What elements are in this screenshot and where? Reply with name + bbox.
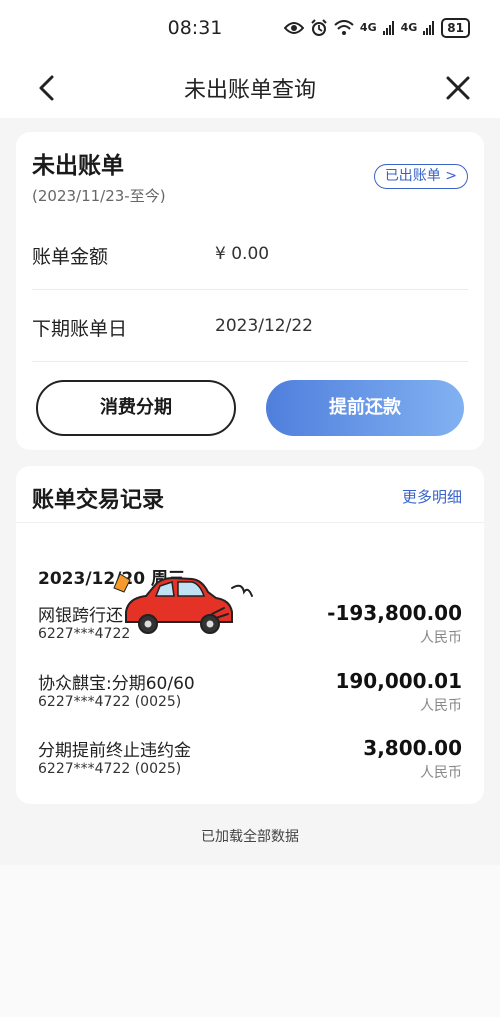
next-bill-date-value: 2023/12/22 [215,316,313,336]
transactions-title: 账单交易记录 [32,488,165,513]
transaction-name: 网银跨行还 [38,606,123,626]
unbilled-card: 未出账单 (2023/11/23-至今) 已出账单 > 账单金额 ¥ 0.00 … [16,132,484,450]
bill-period: (2023/11/23-至今) [32,187,166,205]
transaction-name: 协众麒宝:分期60/60 [38,674,195,694]
nav-bar: 未出账单查询 [0,58,500,118]
transaction-currency: 人民币 [420,698,462,714]
close-button[interactable] [438,68,478,108]
transaction-amount: 190,000.01 [335,669,462,693]
billed-statement-link[interactable]: 已出账单 > [373,164,468,189]
early-repay-button[interactable]: 提前还款 [266,380,464,436]
signal-1-icon: 4G [359,21,377,34]
close-icon [446,76,470,100]
transaction-row[interactable]: 分期提前终止违约金 6227***4722 (0025) 3,800.00 人民… [38,736,462,796]
amount-label: 账单金额 [32,246,109,268]
installment-button[interactable]: 消费分期 [36,380,236,436]
signal-bars-2-icon [423,21,435,35]
more-details-link[interactable]: 更多明细 [402,486,462,507]
bill-title: 未出账单 [32,153,124,179]
bill-amount-row: 账单金额 ¥ 0.00 [32,220,468,290]
transaction-amount: 3,800.00 [363,736,462,760]
transaction-card-number: 6227***4722 (0025) [38,694,182,710]
amount-value: ¥ 0.00 [215,244,270,264]
page-title: 未出账单查询 [183,78,316,103]
bottom-blank-area [0,865,500,1017]
transaction-row[interactable]: 协众麒宝:分期60/60 6227***4722 (0025) 190,000.… [38,669,462,729]
transaction-currency: 人民币 [420,630,462,646]
divider [16,522,484,523]
status-bar: 08:31 4G 4G 81 [0,0,500,58]
transaction-name: 分期提前终止违约金 [38,741,191,761]
all-data-loaded-text: 已加载全部数据 [201,829,299,845]
transaction-amount: -193,800.00 [327,601,462,625]
status-icons: 4G 4G 81 [283,18,470,38]
next-bill-date-label: 下期账单日 [32,318,128,340]
alarm-icon [311,19,327,36]
red-car-sticker-icon [113,573,253,634]
transaction-currency: 人民币 [420,765,462,781]
battery-icon: 81 [441,18,470,38]
signal-bars-1-icon [382,21,394,35]
wifi-icon [334,20,354,35]
next-bill-date-row: 下期账单日 2023/12/22 [32,292,468,362]
signal-2-icon: 4G [400,21,418,34]
eye-icon [283,22,304,34]
transaction-card-number: 6227***4722 (0025) [38,761,182,777]
